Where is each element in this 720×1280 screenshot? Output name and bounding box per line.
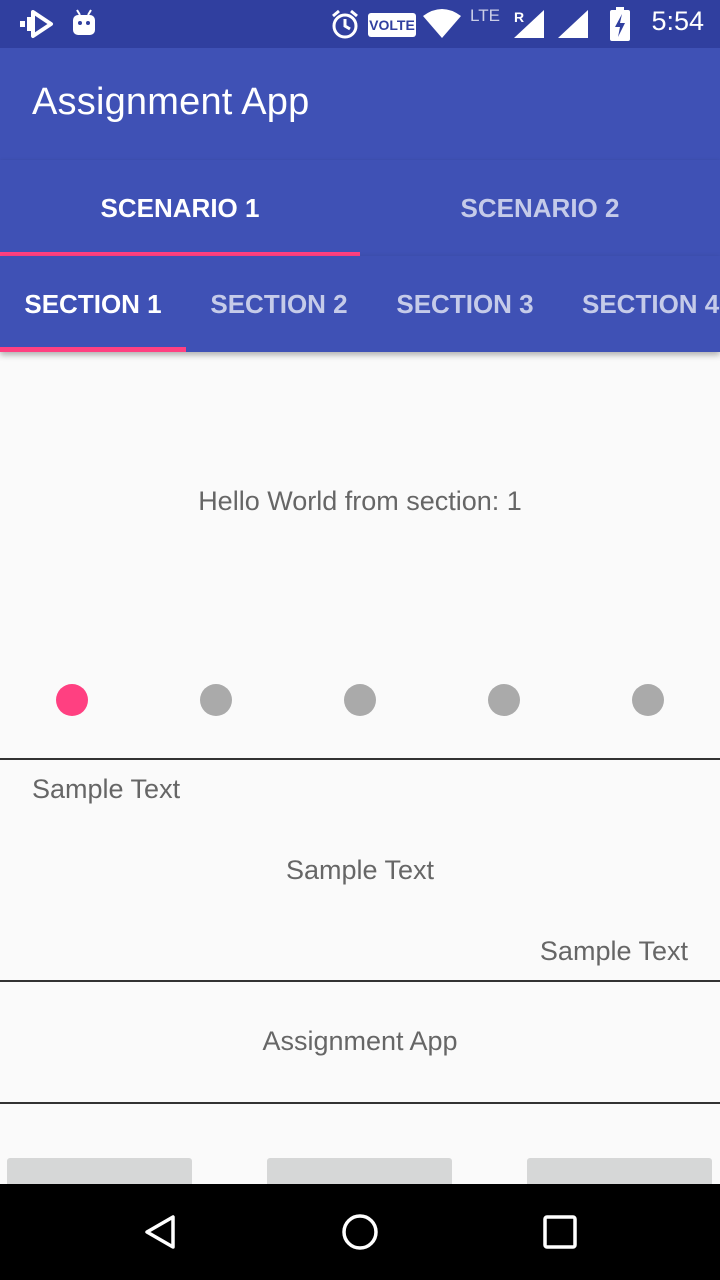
- lte-label: LTE: [470, 6, 500, 25]
- scenario-tab-bar: SCENARIO 1 SCENARIO 2: [0, 160, 720, 256]
- tab-scenario-2[interactable]: SCENARIO 2: [360, 160, 720, 256]
- tab-label: SECTION 2: [210, 288, 348, 319]
- volte-label: VOLTE: [369, 17, 415, 33]
- android-icon: [70, 8, 98, 38]
- app-screen: VOLTE LTE R 5:54 Assignment App SCENARIO…: [0, 0, 720, 1280]
- signal-icon: [556, 8, 590, 40]
- volte-icon: VOLTE: [368, 13, 416, 37]
- sample-text-left: Sample Text: [32, 774, 181, 804]
- tab-section-2[interactable]: SECTION 2: [186, 256, 372, 352]
- app-bar: Assignment App: [0, 48, 720, 160]
- page-dot-1[interactable]: [56, 684, 88, 716]
- section-content-text: Hello World from section: 1: [198, 486, 522, 516]
- battery-charging-icon: [608, 6, 632, 42]
- tab-label: SECTION 3: [396, 288, 534, 319]
- alarm-icon: [330, 8, 360, 40]
- divider: [0, 758, 720, 760]
- app-title: Assignment App: [32, 81, 310, 123]
- signal-roaming-icon: [512, 8, 546, 40]
- status-time: 5:54: [651, 6, 704, 36]
- page-dot-5[interactable]: [632, 684, 664, 716]
- section-tab-bar: SECTION 1 SECTION 2 SECTION 3 SECTION 4: [0, 256, 720, 352]
- home-icon[interactable]: [300, 1184, 420, 1280]
- app-logo-icon: [18, 8, 54, 40]
- tab-label: SECTION 1: [24, 288, 162, 319]
- tab-section-4[interactable]: SECTION 4: [582, 256, 719, 352]
- tab-label: SCENARIO 2: [460, 192, 620, 223]
- section-tab-indicator: [0, 347, 186, 352]
- back-icon[interactable]: [100, 1184, 220, 1280]
- tab-section-3[interactable]: SECTION 3: [372, 256, 558, 352]
- sample-text-center: Sample Text: [285, 855, 435, 885]
- tab-label: SCENARIO 1: [100, 192, 260, 223]
- tab-label: SECTION 4: [582, 288, 720, 319]
- page-dot-2[interactable]: [200, 684, 232, 716]
- tab-scenario-1[interactable]: SCENARIO 1: [0, 160, 360, 256]
- status-bar: VOLTE LTE R 5:54: [0, 0, 720, 48]
- recents-icon[interactable]: [500, 1184, 620, 1280]
- divider: [0, 1102, 720, 1104]
- divider: [0, 980, 720, 982]
- page-dot-3[interactable]: [344, 684, 376, 716]
- tab-section-1[interactable]: SECTION 1: [0, 256, 186, 352]
- page-indicator: [0, 684, 720, 716]
- footer-app-title: Assignment App: [262, 1026, 458, 1056]
- sample-text-right: Sample Text: [539, 936, 688, 966]
- wifi-icon: [422, 8, 462, 40]
- navigation-bar: [0, 1184, 720, 1280]
- page-dot-4[interactable]: [488, 684, 520, 716]
